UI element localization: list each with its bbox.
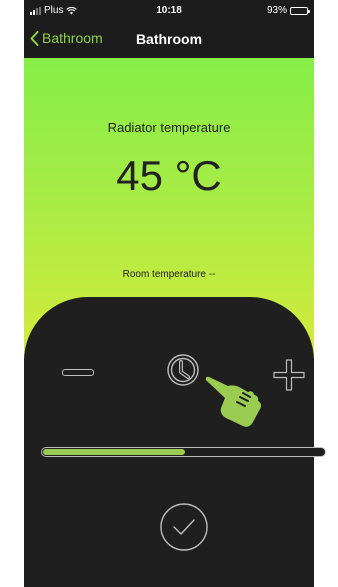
clock-icon[interactable]: [166, 353, 200, 387]
room-temperature-label: Room temperature --: [122, 269, 216, 280]
level-slider-fill: [43, 449, 185, 455]
back-button-label: Bathroom: [42, 30, 103, 46]
decrease-button[interactable]: [60, 360, 94, 384]
back-button[interactable]: Bathroom: [30, 30, 103, 46]
battery-percent: 93%: [266, 5, 287, 16]
checkmark-icon: [173, 519, 195, 535]
increase-button[interactable]: [272, 358, 306, 392]
temperature-value: 45 °C: [116, 152, 222, 199]
pointing-hand-icon: [205, 376, 262, 427]
battery-icon: [290, 6, 310, 15]
confirm-button[interactable]: [159, 502, 209, 552]
minus-icon: [62, 369, 94, 376]
plus-icon: [273, 359, 305, 391]
chevron-left-icon: [30, 30, 39, 46]
battery-status: 93%: [266, 5, 310, 16]
navigation-bar: Bathroom Bathroom: [24, 22, 314, 58]
status-bar: Plus 10:18 93%: [24, 0, 314, 22]
level-slider[interactable]: [41, 447, 326, 457]
radiator-temperature-label: Radiator temperature: [107, 120, 231, 135]
